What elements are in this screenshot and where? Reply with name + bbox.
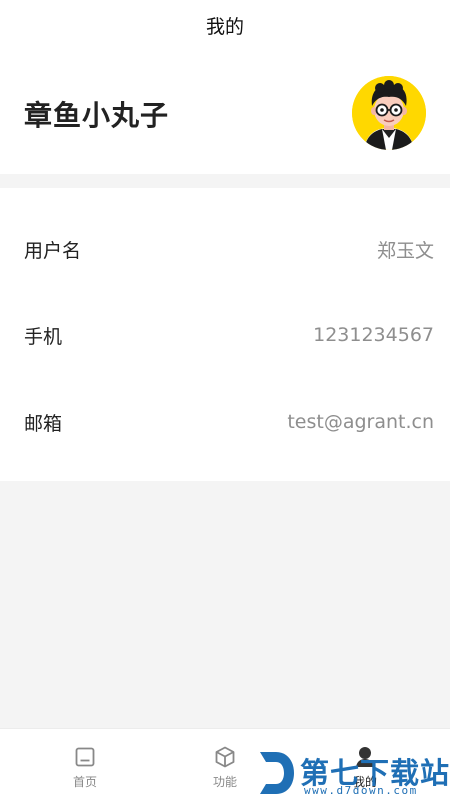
info-card: 用户名 郑玉文 手机 1231234567 邮箱 test@agrant.cn bbox=[0, 188, 450, 481]
cartoon-avatar-icon bbox=[352, 76, 426, 150]
nav-bar: 我的 bbox=[0, 0, 450, 50]
watermark-url: www.d7down.com bbox=[304, 784, 418, 797]
profile-header: 章鱼小丸子 bbox=[0, 50, 450, 174]
email-label: 邮箱 bbox=[24, 412, 63, 435]
d7-logo-icon bbox=[260, 752, 294, 794]
phone-value: 1231234567 bbox=[313, 324, 434, 346]
watermark: 第七下载站 www.d7down.com bbox=[254, 748, 450, 800]
page-title: 我的 bbox=[205, 15, 244, 38]
profile-name: 章鱼小丸子 bbox=[24, 99, 170, 132]
username-value: 郑玉文 bbox=[376, 239, 434, 262]
avatar[interactable] bbox=[352, 76, 426, 150]
tab-features-label: 功能 bbox=[212, 775, 237, 789]
info-row-email[interactable]: 邮箱 test@agrant.cn bbox=[0, 402, 450, 442]
tab-home-label: 首页 bbox=[72, 775, 97, 789]
cube-icon bbox=[215, 746, 235, 768]
username-label: 用户名 bbox=[24, 239, 82, 262]
info-row-phone[interactable]: 手机 1231234567 bbox=[0, 315, 450, 355]
phone-label: 手机 bbox=[24, 325, 63, 348]
home-icon bbox=[75, 747, 95, 767]
email-value: test@agrant.cn bbox=[287, 411, 434, 433]
info-row-username[interactable]: 用户名 郑玉文 bbox=[0, 229, 450, 269]
tab-home[interactable]: 首页 bbox=[10, 729, 160, 800]
